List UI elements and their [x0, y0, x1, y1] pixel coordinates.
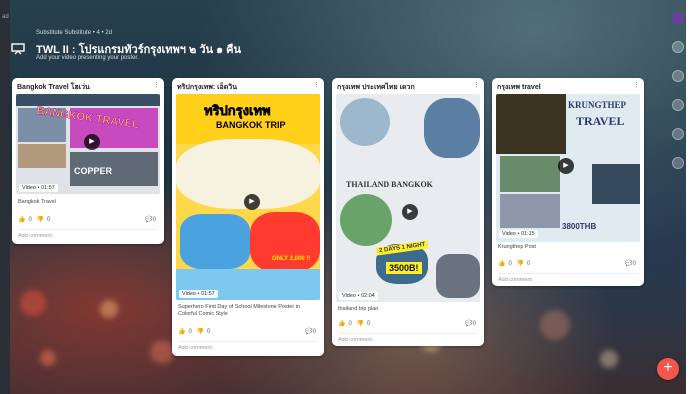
post-caption: thailand trip plan [338, 306, 379, 312]
post-card[interactable]: Bangkok Travel โฮเว่น ⋮ BANGKOK TRAVEL C… [12, 78, 164, 244]
video-thumbnail[interactable]: ทริปกรุงเทพ BANGKOK TRIP ONLY 2,000 !! ▶… [176, 94, 320, 300]
thumb-down-icon[interactable]: 👎 [37, 217, 44, 223]
corner-mark: ad [2, 14, 9, 20]
video-thumbnail[interactable]: KRUNGTHEP TRAVEL 3800THB ▶ Video • 01:15 [496, 94, 640, 242]
thumb-down-icon[interactable]: 👎 [357, 321, 364, 327]
like-count: 0 [508, 261, 512, 267]
thumbnail-label: BANGKOK TRIP [216, 120, 286, 130]
comment-count-value: 0 [632, 261, 636, 267]
thumbnail-subtitle: TRAVEL [576, 114, 625, 128]
thumb-down-icon[interactable]: 👎 [197, 329, 204, 335]
add-comment[interactable]: Add comment [498, 273, 638, 283]
video-thumbnail[interactable]: BANGKOK TRAVEL COPPER ▶ Video • 01:57 [16, 94, 160, 194]
comment-count-value: 0 [152, 217, 156, 223]
bokeh-light [150, 340, 174, 364]
thumbnail-label: COPPER [74, 166, 113, 176]
comment-icon: 💬 [305, 329, 313, 335]
play-icon[interactable]: ▶ [244, 194, 260, 210]
more-vertical-icon[interactable]: ⋮ [313, 81, 320, 89]
thumb-up-icon[interactable]: 👍 [18, 217, 25, 223]
comment-count: 💬0 [145, 216, 156, 223]
video-duration: Video • 02:04 [339, 292, 378, 300]
rail-button[interactable] [672, 41, 684, 53]
dislike-count: 0 [46, 217, 51, 223]
reactions: 👍 0 👎 0 [338, 320, 373, 327]
more-vertical-icon[interactable]: ⋮ [153, 81, 160, 89]
left-strip [0, 0, 10, 394]
thumb-up-icon[interactable]: 👍 [498, 261, 505, 267]
post-card[interactable]: ทริปกรุงเทพ: เอ็ดวิน ⋮ ทริปกรุงเทพ BANGK… [172, 78, 324, 356]
video-duration: Video • 01:57 [179, 290, 218, 298]
comment-icon: 💬 [145, 217, 153, 223]
dislike-count: 0 [366, 321, 371, 327]
bokeh-light [40, 350, 56, 366]
post-author: กรุงเทพ ประเทศไทย เดวก [337, 84, 415, 91]
reactions: 👍 0 👎 0 [178, 328, 213, 335]
like-count: 0 [28, 217, 32, 223]
video-duration: Video • 01:57 [19, 184, 58, 192]
comment-count-value: 0 [312, 329, 316, 335]
thumbnail-title: ทริปกรุงเทพ [204, 103, 271, 119]
rail-button[interactable] [672, 99, 684, 111]
comment-count: 💬0 [465, 320, 476, 327]
comment-icon: 💬 [625, 261, 633, 267]
play-icon[interactable]: ▶ [84, 134, 100, 150]
comment-count-value: 0 [472, 321, 476, 327]
reactions: 👍 0 👎 0 [498, 260, 533, 267]
user-avatar[interactable] [672, 12, 684, 24]
rail-button[interactable] [672, 128, 684, 140]
dislike-count: 0 [526, 261, 531, 267]
post-author: ทริปกรุงเทพ: เอ็ดวิน [177, 84, 237, 91]
dislike-count: 0 [206, 329, 211, 335]
comment-count: 💬0 [625, 260, 636, 267]
bokeh-light [540, 310, 570, 340]
bokeh-light [20, 290, 46, 316]
reactions: 👍 0 👎 0 [18, 216, 53, 223]
presentation-icon [11, 42, 25, 56]
thumbnail-price: 3500B! [386, 262, 422, 274]
thumbnail-price: ONLY 2,000 !! [272, 256, 311, 262]
rail-button[interactable] [672, 70, 684, 82]
post-author: Bangkok Travel โฮเว่น [17, 84, 90, 91]
wall-breadcrumb: Substitute Substitute • 4 • 2d [36, 30, 112, 36]
like-count: 0 [188, 329, 192, 335]
post-card[interactable]: กรุงเทพ travel ⋮ KRUNGTHEP TRAVEL 3800TH… [492, 78, 644, 286]
right-rail [672, 12, 686, 186]
post-card[interactable]: กรุงเทพ ประเทศไทย เดวก ⋮ THAILAND BANGKO… [332, 78, 484, 346]
bokeh-light [600, 350, 618, 368]
thumb-up-icon[interactable]: 👍 [178, 329, 185, 335]
rail-button[interactable] [672, 157, 684, 169]
thumb-up-icon[interactable]: 👍 [338, 321, 345, 327]
post-author: กรุงเทพ travel [497, 84, 541, 91]
thumbnail-price: 3800THB [562, 222, 597, 231]
thumbnail-title: KRUNGTHEP [568, 100, 627, 110]
post-caption: Bangkok Travel [18, 199, 56, 205]
post-caption: Superhero First Day of School Milestone … [178, 304, 300, 317]
thumb-down-icon[interactable]: 👎 [517, 261, 524, 267]
add-comment[interactable]: Add comment [18, 229, 158, 239]
like-count: 0 [348, 321, 352, 327]
bokeh-light [100, 300, 118, 318]
thumbnail-title: THAILAND BANGKOK [346, 180, 433, 189]
video-duration: Video • 01:15 [499, 230, 538, 238]
post-caption: Krungthep Post [498, 244, 536, 250]
add-comment[interactable]: Add comment [178, 341, 318, 351]
play-icon[interactable]: ▶ [402, 204, 418, 220]
wall-subtitle: Add your video presenting your poster. [36, 55, 139, 61]
more-vertical-icon[interactable]: ⋮ [473, 81, 480, 89]
add-post-button[interactable]: + [657, 358, 679, 380]
play-icon[interactable]: ▶ [558, 158, 574, 174]
more-vertical-icon[interactable]: ⋮ [633, 81, 640, 89]
comment-count: 💬0 [305, 328, 316, 335]
comment-icon: 💬 [465, 321, 473, 327]
add-comment[interactable]: Add comment [338, 333, 478, 343]
video-thumbnail[interactable]: THAILAND BANGKOK 2 DAYS 1 NIGHT 3500B! ▶… [336, 94, 480, 302]
